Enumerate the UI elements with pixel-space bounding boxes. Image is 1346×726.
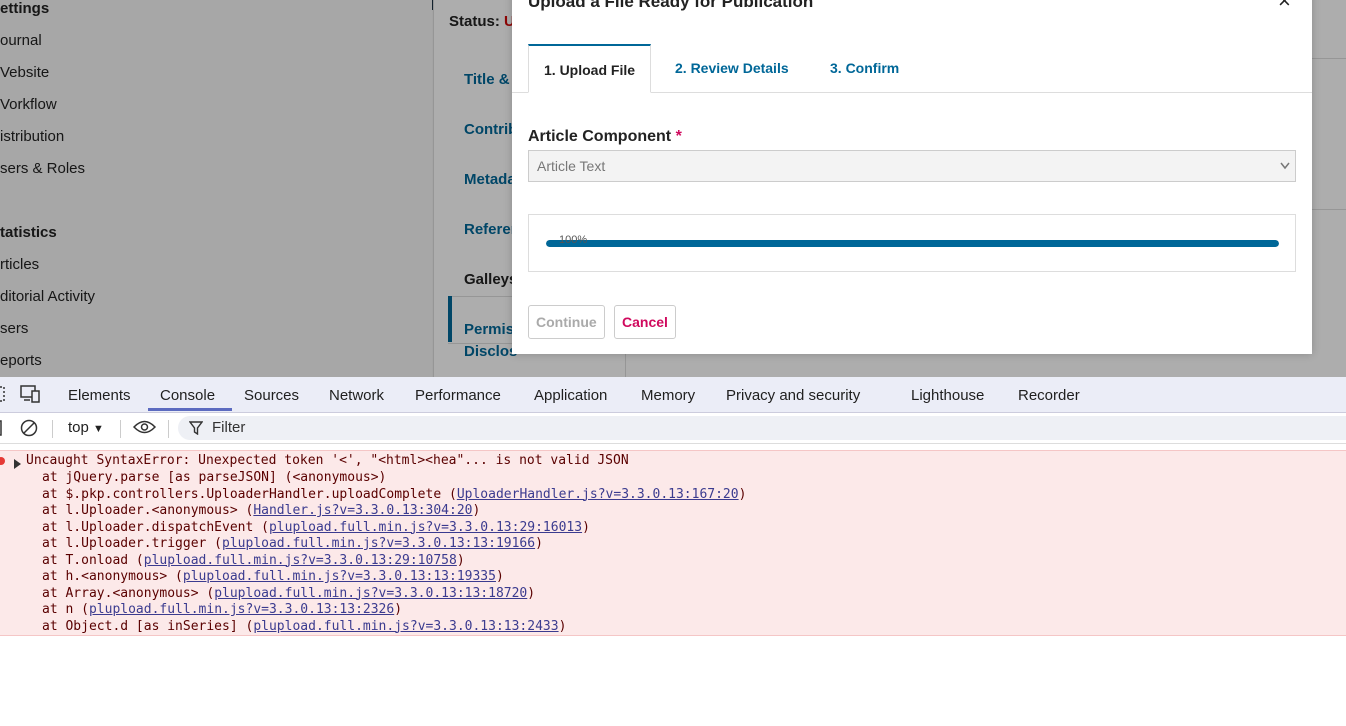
stack-frame-link[interactable]: plupload.full.min.js?v=3.3.0.13:29:16013 — [269, 520, 582, 535]
progress-text: 100% — [559, 234, 588, 246]
wizard-tabs: 1. Upload File 2. Review Details 3. Conf… — [512, 44, 1312, 93]
tab-performance[interactable]: Performance — [415, 377, 501, 412]
devtools-panel: Elements Console Sources Network Perform… — [0, 377, 1346, 726]
stack-frame-suffix: ) — [535, 536, 543, 551]
stack-frame-text: at T.onload ( — [42, 552, 144, 568]
stack-frame-suffix: ) — [582, 519, 590, 535]
stack-frame: at $.pkp.controllers.UploaderHandler.upl… — [42, 487, 746, 502]
progress-bar-fill — [546, 240, 1279, 247]
tab-confirm[interactable]: 3. Confirm — [830, 44, 899, 92]
caret-down-icon: ▼ — [93, 423, 104, 435]
stack-frame: at n (plupload.full.min.js?v=3.3.0.13:13… — [42, 602, 402, 617]
stack-frame-suffix: ) — [394, 602, 403, 617]
expand-triangle-icon[interactable] — [14, 459, 21, 469]
stack-frame-link[interactable]: plupload.full.min.js?v=3.3.0.13:13:19335 — [183, 569, 496, 584]
tab-privacy-security[interactable]: Privacy and security — [726, 377, 860, 412]
stack-frame-suffix: ) — [495, 569, 504, 584]
stack-frame-link[interactable]: plupload.full.min.js?v=3.3.0.13:29:10758 — [144, 553, 457, 568]
selected-component: Article Text — [537, 158, 606, 174]
stack-frame-link[interactable]: plupload.full.min.js?v=3.3.0.13:13:2433 — [253, 619, 558, 634]
tab-memory[interactable]: Memory — [641, 377, 695, 412]
stack-frame-link[interactable]: plupload.full.min.js?v=3.3.0.13:13:18720 — [214, 586, 527, 601]
stack-frame-text: at $.pkp.controllers.UploaderHandler.upl… — [42, 486, 457, 502]
stack-frame-suffix: ) — [527, 585, 536, 601]
tab-network[interactable]: Network — [329, 377, 384, 412]
stack-frame-text: at h.<anonymous> ( — [42, 569, 183, 584]
progress-bar — [546, 240, 1279, 247]
stack-frame-text: at l.Uploader.<anonymous> ( — [42, 503, 254, 518]
toolbar-divider — [120, 420, 121, 438]
tab-sources[interactable]: Sources — [244, 377, 299, 412]
stack-frame-text: at l.Uploader.trigger ( — [42, 536, 223, 551]
stack-frame-text: at Object.d [as inSeries] ( — [42, 618, 254, 634]
stack-frame-suffix: ) — [738, 486, 747, 502]
stack-frame: at jQuery.parse [as parseJSON] (<anonymo… — [42, 470, 386, 485]
error-icon — [0, 457, 5, 465]
error-message-text: Uncaught SyntaxError: Unexpected token '… — [26, 453, 629, 468]
device-toolbar-icon[interactable] — [20, 385, 42, 407]
tab-recorder[interactable]: Recorder — [1018, 377, 1080, 412]
stack-frame-text: at jQuery.parse [as parseJSON] (<anonymo… — [42, 470, 387, 485]
console-toolbar: top ▼ Filter — [0, 413, 1346, 444]
stack-frame: at h.<anonymous> (plupload.full.min.js?v… — [42, 569, 504, 584]
tab-lighthouse[interactable]: Lighthouse — [911, 377, 984, 412]
context-value: top — [68, 419, 89, 436]
sidebar-toggle-icon[interactable] — [0, 419, 4, 441]
article-component-select[interactable]: Article Text — [528, 150, 1296, 182]
chevron-down-icon — [1280, 151, 1290, 193]
stack-frame: at l.Uploader.dispatchEvent (plupload.fu… — [42, 520, 590, 535]
article-component-label: Article Component * — [528, 128, 682, 146]
stack-frame: at l.Uploader.<anonymous> (Handler.js?v=… — [42, 503, 480, 518]
toolbar-divider — [52, 420, 53, 438]
stack-frame-text: at n ( — [42, 602, 89, 617]
stack-frame: at Array.<anonymous> (plupload.full.min.… — [42, 586, 535, 601]
upload-progress-box: 100% — [528, 214, 1296, 272]
eye-icon[interactable] — [132, 419, 157, 439]
context-selector[interactable]: top ▼ — [68, 419, 104, 436]
modal-title: Upload a File Ready for Publication — [528, 0, 814, 11]
stack-frame-suffix: ) — [472, 503, 481, 518]
stack-frame-suffix: ) — [558, 618, 567, 634]
filter-input[interactable]: Filter — [178, 416, 1346, 440]
stack-frame-link[interactable]: plupload.full.min.js?v=3.3.0.13:13:2326 — [89, 602, 394, 617]
toolbar-divider — [168, 420, 169, 438]
stack-frame: at Object.d [as inSeries] (plupload.full… — [42, 619, 566, 634]
console-error-message: Uncaught SyntaxError: Unexpected token '… — [0, 450, 1346, 636]
cancel-button[interactable]: Cancel — [614, 305, 676, 339]
filter-placeholder: Filter — [212, 419, 246, 436]
stack-frame-text: at l.Uploader.dispatchEvent ( — [42, 519, 269, 535]
inspect-element-icon[interactable] — [0, 385, 6, 407]
stack-frame-link[interactable]: Handler.js?v=3.3.0.13:304:20 — [253, 503, 472, 518]
tab-upload-file[interactable]: 1. Upload File — [528, 44, 652, 93]
stack-frame: at T.onload (plupload.full.min.js?v=3.3.… — [42, 553, 465, 568]
stack-frame-link[interactable]: UploaderHandler.js?v=3.3.0.13:167:20 — [457, 487, 739, 502]
filter-icon — [188, 421, 204, 440]
upload-modal: Upload a File Ready for Publication × 1.… — [512, 0, 1312, 354]
clear-console-icon[interactable] — [20, 419, 38, 441]
article-component-label-text: Article Component — [528, 128, 672, 145]
devtools-tab-bar: Elements Console Sources Network Perform… — [0, 377, 1346, 413]
active-tab-indicator — [148, 408, 232, 411]
close-icon[interactable]: × — [1278, 0, 1291, 12]
tab-elements[interactable]: Elements — [68, 377, 131, 412]
continue-button[interactable]: Continue — [528, 305, 605, 339]
stack-frame: at l.Uploader.trigger (plupload.full.min… — [42, 536, 543, 551]
tab-console[interactable]: Console — [160, 377, 215, 412]
stack-frame-link[interactable]: plupload.full.min.js?v=3.3.0.13:13:19166 — [222, 536, 535, 551]
required-marker: * — [675, 128, 682, 145]
stack-frame-text: at Array.<anonymous> ( — [42, 585, 215, 601]
tab-application[interactable]: Application — [534, 377, 607, 412]
tab-review-details[interactable]: 2. Review Details — [675, 44, 789, 92]
stack-frame-suffix: ) — [456, 552, 465, 568]
